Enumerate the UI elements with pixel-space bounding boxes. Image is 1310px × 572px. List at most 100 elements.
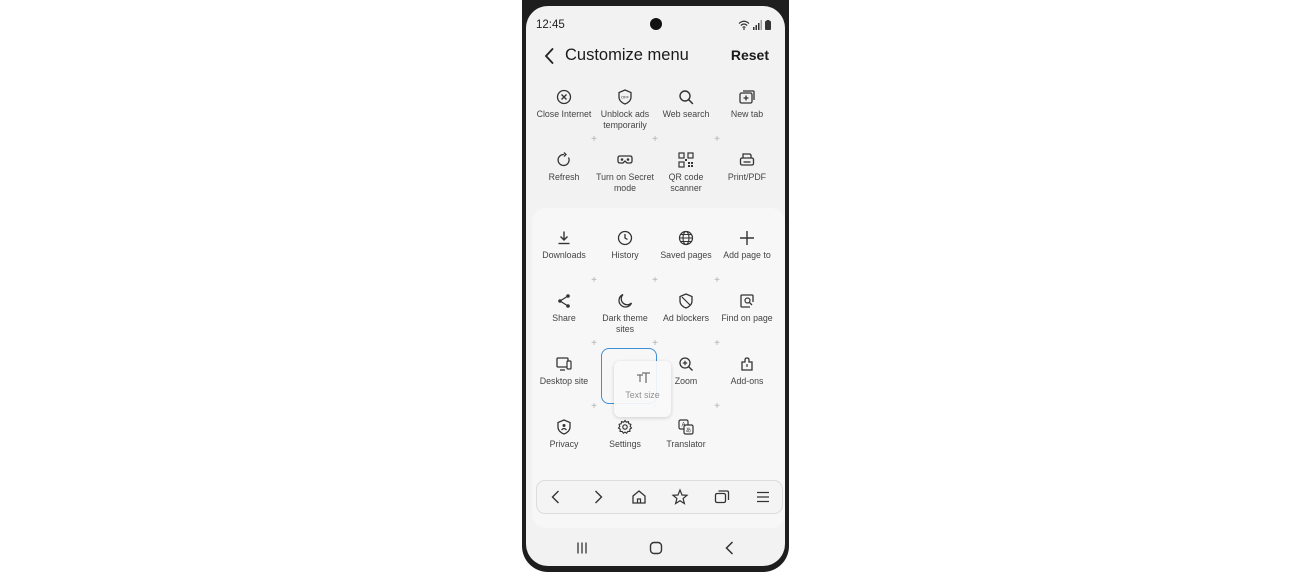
menu-item-label: Dark theme sites <box>602 313 648 334</box>
panel-item-downloads[interactable]: Downloads <box>533 229 595 261</box>
menu-item-refresh[interactable]: Refresh <box>533 151 595 183</box>
panel-item-saved-pages[interactable]: Saved pages <box>655 229 717 261</box>
grid-plus-marker: + <box>714 401 720 412</box>
addons-icon <box>741 357 753 371</box>
system-nav-bar <box>526 536 785 560</box>
menu-item-close-internet[interactable]: Close Internet <box>533 88 595 120</box>
menu-item-label: Share <box>552 313 576 323</box>
svg-text:OFF: OFF <box>621 95 630 100</box>
tabs-icon[interactable] <box>713 488 731 506</box>
close-circle-icon <box>556 89 572 105</box>
shield-icon <box>679 293 693 309</box>
menu-item-label: New tab <box>730 109 764 119</box>
panel-item-desktop-site[interactable]: Desktop site <box>533 355 595 387</box>
panel-item-privacy[interactable]: Privacy <box>533 418 595 450</box>
menu-item-label: Desktop site <box>539 376 589 386</box>
header: Customize menu Reset <box>526 42 785 72</box>
grid-plus-marker: + <box>591 275 597 286</box>
dragging-item-text-size[interactable]: Text size <box>614 361 671 417</box>
menu-item-label: Refresh <box>548 172 580 182</box>
reset-button[interactable]: Reset <box>731 47 769 63</box>
back-nav-icon[interactable] <box>721 539 739 557</box>
browser-bottom-toolbar <box>536 480 783 514</box>
menu-item-label: QR code scanner <box>668 172 704 193</box>
menu-item-new-tab[interactable]: New tab <box>716 88 778 120</box>
back-icon[interactable] <box>547 488 565 506</box>
home-nav-icon[interactable] <box>647 539 665 557</box>
status-bar: 12:45 <box>526 16 785 34</box>
print-icon <box>739 153 755 166</box>
status-time: 12:45 <box>536 19 565 31</box>
menu-item-label: Add-ons <box>730 376 764 386</box>
signal-icon <box>753 20 762 30</box>
menu-item-web-search[interactable]: Web search <box>655 88 717 120</box>
battery-icon <box>765 20 771 30</box>
zoom-icon <box>679 357 693 371</box>
grid-plus-marker: + <box>714 134 720 145</box>
menu-item-label: Print/PDF <box>727 172 767 182</box>
grid-plus-marker: + <box>652 338 658 349</box>
menu-item-label: History <box>611 250 639 260</box>
find-page-icon <box>740 294 754 308</box>
panel-item-dark-theme[interactable]: Dark theme sites <box>594 292 656 334</box>
menu-item-label: Settings <box>609 439 641 449</box>
home-icon[interactable] <box>630 488 648 506</box>
menu-item-label: Find on page <box>721 313 773 323</box>
menu-item-label: Close Internet <box>536 109 592 119</box>
grid-plus-marker: + <box>652 134 658 145</box>
download-icon <box>558 231 570 245</box>
page-title: Customize menu <box>565 46 689 64</box>
grid-plus-marker: + <box>652 275 658 286</box>
menu-item-label: Unblock ads temporarily <box>600 109 650 130</box>
screen: 12:45 Customize menu Reset Close Interne… <box>526 6 785 566</box>
menu-item-label: Add page to <box>723 250 771 260</box>
recents-icon[interactable] <box>573 539 591 557</box>
bookmark-star-icon[interactable] <box>671 488 689 506</box>
panel-item-add-ons[interactable]: Add-ons <box>716 355 778 387</box>
panel-item-share[interactable]: Share <box>533 292 595 324</box>
menu-icon[interactable] <box>754 488 772 506</box>
menu-item-label: Turn on Secret mode <box>596 172 654 193</box>
qr-code-icon <box>678 152 694 168</box>
search-icon <box>679 90 694 105</box>
new-tab-icon <box>739 90 755 104</box>
refresh-icon <box>557 152 570 167</box>
gear-icon <box>617 419 633 434</box>
panel-item-history[interactable]: History <box>594 229 656 261</box>
menu-item-qr-scanner[interactable]: QR code scanner <box>655 151 717 193</box>
front-camera <box>650 18 662 30</box>
share-icon <box>558 294 570 308</box>
secret-mode-icon <box>617 155 633 164</box>
phone-frame: 12:45 Customize menu Reset Close Interne… <box>522 0 789 572</box>
text-size-icon <box>636 372 650 383</box>
privacy-icon <box>557 419 571 435</box>
back-arrow-icon[interactable] <box>540 46 560 66</box>
wifi-icon <box>738 20 750 30</box>
grid-plus-marker: + <box>714 338 720 349</box>
svg-text:あ: あ <box>686 427 692 434</box>
grid-plus-marker: + <box>714 275 720 286</box>
translate-icon: A あ <box>678 419 694 435</box>
panel-item-find-on-page[interactable]: Find on page <box>716 292 778 324</box>
menu-item-print-pdf[interactable]: Print/PDF <box>716 151 778 183</box>
menu-item-unblock-ads[interactable]: OFF Unblock ads temporarily <box>594 88 656 130</box>
menu-item-label: Saved pages <box>660 250 712 260</box>
grid-plus-marker: + <box>591 338 597 349</box>
menu-item-label: Privacy <box>549 439 579 449</box>
status-icons <box>738 20 771 30</box>
panel-item-translator[interactable]: A あ Translator <box>655 418 717 450</box>
panel-item-ad-blockers[interactable]: Ad blockers <box>655 292 717 324</box>
grid-plus-marker: + <box>591 134 597 145</box>
globe-icon <box>678 230 694 246</box>
clock-icon <box>617 230 633 246</box>
grid-plus-marker: + <box>591 401 597 412</box>
menu-item-secret-mode[interactable]: Turn on Secret mode <box>594 151 656 193</box>
moon-icon <box>618 293 633 308</box>
panel-item-add-page-to[interactable]: Add page to <box>716 229 778 261</box>
panel-item-settings[interactable]: Settings <box>594 418 656 450</box>
shield-off-icon: OFF <box>618 89 632 105</box>
forward-icon[interactable] <box>589 488 607 506</box>
menu-item-label: Ad blockers <box>663 313 709 323</box>
menu-item-label: Web search <box>662 109 710 119</box>
plus-icon <box>740 231 754 245</box>
